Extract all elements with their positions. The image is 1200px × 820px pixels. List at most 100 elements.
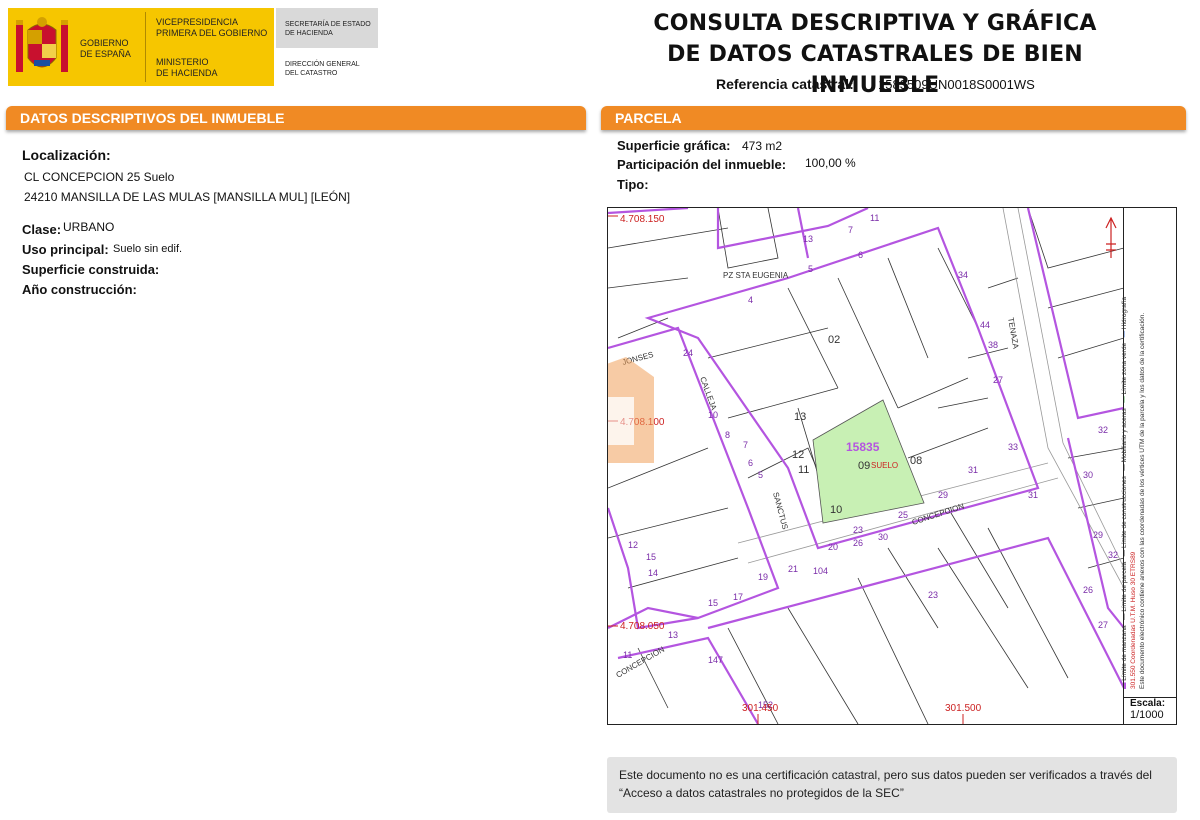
svg-text:13: 13 <box>668 630 678 640</box>
svg-text:34: 34 <box>958 270 968 280</box>
legend-zona-verde: Límite zona verde <box>1121 342 1128 395</box>
verification-note: Este documento no es una certificación c… <box>607 757 1177 813</box>
svg-text:44: 44 <box>980 320 990 330</box>
svg-text:7: 7 <box>848 225 853 235</box>
street-label-tenaza: TENAZA <box>1006 317 1020 350</box>
legend-doc-note: Este documento electrónico contiene anex… <box>1139 312 1146 689</box>
section-header-parcela: PARCELA <box>601 106 1186 130</box>
svg-text:33: 33 <box>1008 442 1018 452</box>
svg-text:27: 27 <box>993 375 1003 385</box>
svg-text:8: 8 <box>725 430 730 440</box>
parcel-id-label: 15835 <box>846 440 880 454</box>
title-line-2: DE DATOS CATASTRALES DE BIEN INMUEBLE <box>667 42 1083 98</box>
svg-text:29: 29 <box>1093 530 1103 540</box>
coord-x-450: 301.450 <box>742 703 779 714</box>
legend-parcela: Límite de parcela <box>1121 561 1128 612</box>
svg-text:29: 29 <box>938 490 948 500</box>
legend-hidrografia: Hidrografía <box>1121 296 1128 330</box>
street-label-calleja: CALLEJA <box>698 376 719 412</box>
svg-text:10: 10 <box>708 410 718 420</box>
page-title: CONSULTA DESCRIPTIVA Y GRÁFICA DE DATOS … <box>610 8 1140 101</box>
legend-manzana: Límite de manzana <box>1121 625 1128 681</box>
svg-text:08: 08 <box>910 455 922 467</box>
address-line-1: CL CONCEPCION 25 Suelo <box>24 170 175 184</box>
svg-text:24: 24 <box>683 348 693 358</box>
svg-text:12: 12 <box>792 449 804 461</box>
clase-value: URBANO <box>63 220 115 234</box>
svg-text:4: 4 <box>748 295 753 305</box>
svg-text:19: 19 <box>758 572 768 582</box>
svg-text:13: 13 <box>794 411 806 423</box>
coord-y-150: 4.708.150 <box>620 214 665 225</box>
svg-text:6: 6 <box>748 458 753 468</box>
svg-text:23: 23 <box>928 590 938 600</box>
scale-label: Escala: <box>1130 698 1166 709</box>
svg-text:32: 32 <box>1098 425 1108 435</box>
svg-text:26: 26 <box>853 538 863 548</box>
watermark-logo-icon <box>608 357 654 463</box>
direccion-text: DIRECCIÓN GENERAL DEL CATASTRO <box>285 61 360 77</box>
title-line-1: CONSULTA DESCRIPTIVA Y GRÁFICA <box>653 11 1097 36</box>
svg-text:30: 30 <box>878 532 888 542</box>
clase-label: Clase: <box>22 222 62 237</box>
legend-coords: 301.550 Coordenadas U.T.M. Huso 30 ETRS8… <box>1130 551 1137 689</box>
svg-text:5: 5 <box>758 470 763 480</box>
map-drawing: 11713 564 344438 273331 292530 262023 24… <box>608 208 1124 724</box>
superficie-grafica-value: 473 m2 <box>742 139 783 153</box>
svg-text:14: 14 <box>648 568 658 578</box>
suelo-label: SUELO <box>871 461 898 470</box>
svg-text:20: 20 <box>828 542 838 552</box>
svg-text:7: 7 <box>743 440 748 450</box>
svg-text:5: 5 <box>808 264 813 274</box>
tipo-label: Tipo: <box>617 177 649 192</box>
vicepresidencia-text: VICEPRESIDENCIA PRIMERA DEL GOBIERNO <box>156 17 268 38</box>
parcel-num-label: 09 <box>858 460 870 472</box>
address-line-2: 24210 MANSILLA DE LAS MULAS [MANSILLA MU… <box>24 190 351 204</box>
svg-text:11: 11 <box>623 650 632 660</box>
coord-x-500: 301.500 <box>945 703 982 714</box>
svg-text:31: 31 <box>1028 490 1038 500</box>
svg-text:38: 38 <box>988 340 998 350</box>
scale-value: 1/1000 <box>1130 709 1164 721</box>
svg-text:31: 31 <box>968 465 978 475</box>
section-header-descriptivos: DATOS DESCRIPTIVOS DEL INMUEBLE <box>6 106 586 130</box>
svg-text:15: 15 <box>708 598 718 608</box>
svg-text:15: 15 <box>646 552 656 562</box>
cadastral-map: 11 7 13 564 34 44 38 27 33 31 29 25 30 26 20 23 24… <box>607 207 1177 725</box>
svg-text:10: 10 <box>830 504 842 516</box>
scale-box: Escala: 1/1000 <box>1123 697 1177 725</box>
svg-text:147: 147 <box>708 655 723 665</box>
svg-text:26: 26 <box>1083 585 1093 595</box>
legend-construcciones: Límite de construcciones <box>1121 476 1128 549</box>
superficie-construida-label: Superficie construida: <box>22 262 160 277</box>
legend-text-block: ▬ Límite de manzana — Límite de parcela … <box>1120 219 1180 689</box>
svg-text:13: 13 <box>803 234 813 244</box>
secretaria-text: SECRETARÍA DE ESTADO DE HACIENDA <box>285 21 371 37</box>
uso-label: Uso principal: <box>22 242 109 257</box>
legend-row-limits: ▬ Límite de manzana — Límite de parcela … <box>1121 296 1128 689</box>
street-label-sanctus: SANCTUS <box>771 491 790 530</box>
svg-text:11: 11 <box>798 464 809 476</box>
svg-text:12: 12 <box>628 540 638 550</box>
svg-text:23: 23 <box>853 525 863 535</box>
svg-text:21: 21 <box>788 564 798 574</box>
localizacion-label: Localización: <box>22 147 111 163</box>
svg-text:32: 32 <box>1108 550 1118 560</box>
svg-text:25: 25 <box>898 510 908 520</box>
svg-text:104: 104 <box>813 566 828 576</box>
divider <box>145 12 146 82</box>
street-label-eugenia: PZ STA EUGENIA <box>723 271 789 280</box>
spain-coat-of-arms-icon <box>16 17 68 72</box>
svg-text:27: 27 <box>1098 620 1108 630</box>
svg-text:17: 17 <box>733 592 743 602</box>
gobierno-de-espana-text: GOBIERNO DE ESPAÑA <box>80 38 131 59</box>
ref-label: Referencia catastral: <box>716 76 854 92</box>
svg-text:02: 02 <box>828 334 840 346</box>
legend-mobiliario: Mobiliario y aceras <box>1121 408 1128 463</box>
svg-text:30: 30 <box>1083 470 1093 480</box>
participacion-label: Participación del inmueble: <box>617 157 787 172</box>
map-legend: ▬ Límite de manzana — Límite de parcela … <box>1120 207 1180 697</box>
ref-value: 1583509UN0018S0001WS <box>878 77 1035 92</box>
ministerio-text: MINISTERIO DE HACIENDA <box>156 57 218 78</box>
coord-y-050: 4.708.050 <box>620 621 665 632</box>
